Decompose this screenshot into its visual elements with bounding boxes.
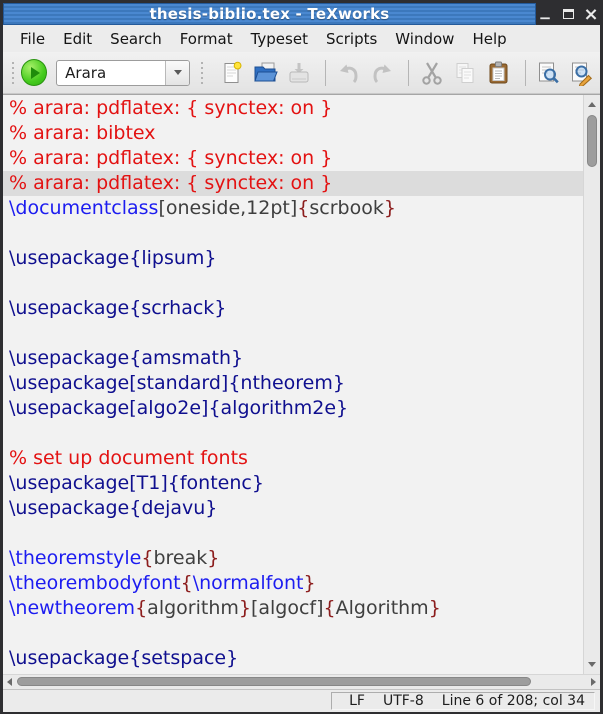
cursor-position-indicator: Line 6 of 208; col 34 [442,693,585,709]
replace-button[interactable] [567,58,596,88]
typeset-engine-select[interactable]: Arara [56,60,190,86]
save-icon [286,60,312,86]
copy-button[interactable] [451,58,480,88]
status-bar: LF UTF-8 Line 6 of 208; col 34 [3,689,600,712]
undo-button[interactable] [334,58,363,88]
play-icon [31,67,40,79]
code-line: \theorembodyfont{\normalfont} [3,571,583,596]
menu-bar: FileEditSearchFormatTypesetScriptsWindow… [3,25,600,52]
window-controls: − × [538,3,598,25]
texworks-window: thesis-biblio.tex - TeXworks − × FileEdi… [0,0,603,714]
close-button[interactable]: × [584,6,598,22]
new-document-icon [219,60,245,86]
window-title: thesis-biblio.tex - TeXworks [150,5,390,23]
status-panel: LF UTF-8 Line 6 of 208; col 34 [331,692,595,710]
text-editor[interactable]: % arara: pdflatex: { synctex: on }% arar… [3,95,583,674]
code-line: \theoremstyle{break} [3,546,583,571]
paste-button[interactable] [484,58,513,88]
window-chrome: FileEditSearchFormatTypesetScriptsWindow… [3,25,600,94]
find-button[interactable] [534,58,563,88]
code-line: \usepackage{amsmath} [3,346,583,371]
vertical-scrollbar[interactable] [583,95,600,674]
copy-icon [452,60,478,86]
code-line: % arara: pdflatex: { synctex: on } [3,146,583,171]
undo-icon [336,60,362,86]
menu-item-help[interactable]: Help [463,27,515,51]
open-folder-icon [252,59,279,86]
horizontal-scrollbar[interactable] [3,674,600,689]
toolbar-grip[interactable] [200,62,204,84]
scissors-icon [419,60,445,86]
typeset-engine-value: Arara [57,64,165,82]
redo-icon [369,60,395,86]
line-ending-indicator: LF [349,693,365,709]
encoding-indicator: UTF-8 [383,693,424,709]
toolbar-separator [325,60,326,86]
clipboard-icon [485,60,511,86]
toolbar-separator [408,60,409,86]
combo-dropdown-area[interactable] [165,61,189,85]
toolbar: Arara [3,52,600,94]
scroll-down-icon[interactable] [588,662,596,667]
menu-item-window[interactable]: Window [386,27,463,51]
vertical-scroll-thumb[interactable] [587,115,597,167]
scroll-right-icon[interactable] [591,678,596,686]
menu-item-scripts[interactable]: Scripts [317,27,386,51]
code-line: % arara: bibtex [3,121,583,146]
code-line [3,521,583,546]
code-line: % arara: pdflatex: { synctex: on } [3,96,583,121]
code-line [3,421,583,446]
code-line: \usepackage{setspace} [3,646,583,671]
code-line: \usepackage[T1]{fontenc} [3,471,583,496]
code-line: \usepackage[algo2e]{algorithm2e} [3,396,583,421]
code-line: \documentclass[oneside,12pt]{scrbook} [3,196,583,221]
title-bar[interactable]: thesis-biblio.tex - TeXworks [3,3,536,25]
open-document-button[interactable] [251,58,280,88]
code-line: \usepackage{lipsum} [3,246,583,271]
redo-button[interactable] [367,58,396,88]
maximize-button[interactable] [561,6,575,22]
search-icon [535,60,561,86]
menu-item-edit[interactable]: Edit [54,27,101,51]
toolbar-grip[interactable] [11,62,15,84]
code-line [3,621,583,646]
code-line: \usepackage[standard]{ntheorem} [3,371,583,396]
code-line: \usepackage{dejavu} [3,496,583,521]
scroll-up-icon[interactable] [588,102,596,107]
typeset-play-button[interactable] [21,59,47,86]
code-line: \newtheorem{algorithm}[algocf]{Algorithm… [3,596,583,621]
new-document-button[interactable] [218,58,247,88]
maximize-icon [563,9,574,19]
menu-item-file[interactable]: File [11,27,54,51]
editor-client: % arara: pdflatex: { synctex: on }% arar… [3,94,600,689]
code-line: \usepackage{scrhack} [3,296,583,321]
scroll-left-icon[interactable] [7,678,12,686]
code-line: % arara: pdflatex: { synctex: on } [3,171,583,196]
save-document-button[interactable] [284,58,313,88]
code-lines: % arara: pdflatex: { synctex: on }% arar… [3,96,583,674]
search-replace-icon [568,60,594,86]
horizontal-scroll-thumb[interactable] [17,677,531,686]
menu-item-search[interactable]: Search [101,27,171,51]
code-line: % set up document fonts [3,446,583,471]
code-line [3,221,583,246]
cut-button[interactable] [417,58,446,88]
toolbar-separator [525,60,526,86]
menu-item-typeset[interactable]: Typeset [242,27,317,51]
menu-item-format[interactable]: Format [171,27,242,51]
code-line [3,271,583,296]
minimize-button[interactable]: − [538,6,552,22]
chevron-down-icon [174,70,182,75]
code-line [3,321,583,346]
